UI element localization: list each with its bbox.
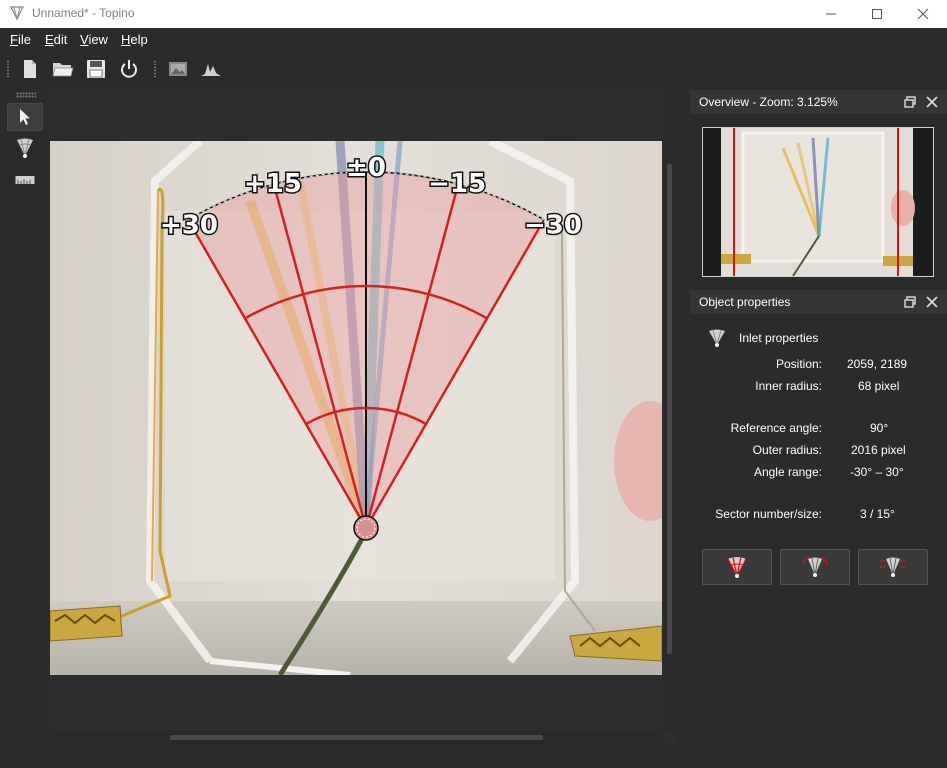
ruler-icon [15,176,35,184]
inlet-icon [17,138,33,158]
overview-finger [891,190,915,226]
sector-label: −30 [524,211,582,241]
sector-label: −15 [428,169,486,199]
sector-label: ±0 [346,153,386,183]
microchip-image[interactable]: +30 +15 ±0 −15 −30 [50,141,662,675]
maximize-button[interactable] [854,0,900,28]
overview-title: Overview - Zoom: 3.125% [699,95,838,109]
position-value[interactable]: 2059, 2189 [847,357,907,371]
toolbar [0,51,947,87]
sector-row: Sector number/size: 3 / 15° [690,507,947,523]
maximize-icon [872,9,882,19]
sector-label: +15 [244,169,302,199]
vertical-scrollbar[interactable] [663,89,676,730]
angle-range-label: Angle range: [753,465,822,479]
toolbar-grip-2[interactable] [153,60,157,78]
histogram-button[interactable] [199,57,223,81]
outer-radius-label: Outer radius: [752,443,822,457]
new-file-icon [24,60,36,78]
sector-label: Sector number/size: [715,507,822,521]
save-button[interactable] [84,57,108,81]
horizontal-scrollbar[interactable] [49,730,663,745]
sector-red-icon [727,556,747,578]
object-properties-title: Object properties [699,295,791,309]
canvas-area[interactable]: +30 +15 ±0 −15 −30 [49,89,663,730]
inlet-icon [709,329,725,347]
palette-grip[interactable] [16,92,36,98]
object-properties-header: Object properties [690,290,947,314]
minimize-button[interactable] [808,0,854,28]
power-button[interactable] [117,57,141,81]
float-icon[interactable] [903,95,917,109]
reference-angle-label: Reference angle: [730,421,822,435]
menu-view[interactable]: View [80,32,108,47]
image-select-button[interactable] [166,57,190,81]
inlet-tool[interactable] [7,134,43,162]
sector-value[interactable]: 3 / 15° [860,507,895,521]
window-title: Unnamed* - Topino [32,6,135,20]
position-label: Position: [775,357,822,371]
sector-rotate-icon [802,556,828,577]
title-bar: Unnamed* - Topino [0,0,947,28]
sector-spread-button[interactable] [858,549,928,585]
inlet-circle [353,515,379,541]
status-bar [0,748,947,768]
pointer-tool[interactable] [7,103,43,131]
menu-file[interactable]: File [10,32,31,47]
close-window-button[interactable] [900,0,946,28]
image-select-icon [169,62,187,76]
minimize-icon [826,13,836,15]
outer-radius-value[interactable]: 2016 pixel [851,443,906,457]
angle-range-row: Angle range: -30° – 30° [690,465,947,481]
histogram-icon [201,64,221,76]
open-button[interactable] [51,57,75,81]
toolbar-grip[interactable] [6,60,10,78]
clip-left [50,605,123,642]
horizontal-scroll-thumb[interactable] [170,735,543,740]
inner-radius-value[interactable]: 68 pixel [858,379,899,393]
app-icon [10,6,24,21]
inner-radius-row: Inner radius: 68 pixel [690,379,947,395]
open-folder-icon [52,63,74,77]
overview-image[interactable] [703,128,933,277]
close-icon [917,8,929,20]
sector-spread-icon [880,557,906,577]
float-icon[interactable] [903,295,917,309]
tool-palette [0,88,48,748]
outer-radius-row: Outer radius: 2016 pixel [690,443,947,459]
pointer-icon [20,109,30,125]
inner-radius-label: Inner radius: [755,379,822,393]
ruler-tool[interactable] [7,166,43,194]
menu-edit[interactable]: Edit [45,32,67,47]
image-viewport[interactable]: +30 +15 ±0 −15 −30 [49,89,676,745]
sector-label: +30 [160,211,218,241]
overview-clip-left [721,254,751,264]
new-file-button[interactable] [18,57,42,81]
section-title: Inlet properties [739,331,819,345]
sector-rotate-button[interactable] [780,549,850,585]
overview-thumbnail[interactable] [702,127,934,277]
overview-header: Overview - Zoom: 3.125% [690,90,947,114]
object-properties-dock: Object properties Inlet properties Posit… [690,290,947,748]
close-icon[interactable] [925,295,939,309]
vertical-scroll-thumb[interactable] [667,164,672,654]
close-icon[interactable] [925,95,939,109]
reference-angle-row: Reference angle: 90° [690,421,947,437]
menu-help[interactable]: Help [121,32,148,47]
reference-angle-value[interactable]: 90° [870,421,888,435]
dock-splitter[interactable] [676,89,690,748]
angle-range-value[interactable]: -30° – 30° [850,465,904,479]
menu-bar: File Edit View Help [0,28,947,51]
position-row: Position: 2059, 2189 [690,357,947,373]
overview-dock: Overview - Zoom: 3.125% [690,90,947,289]
sector-red-button[interactable] [702,549,772,585]
save-icon [87,60,105,78]
power-icon [121,60,137,78]
